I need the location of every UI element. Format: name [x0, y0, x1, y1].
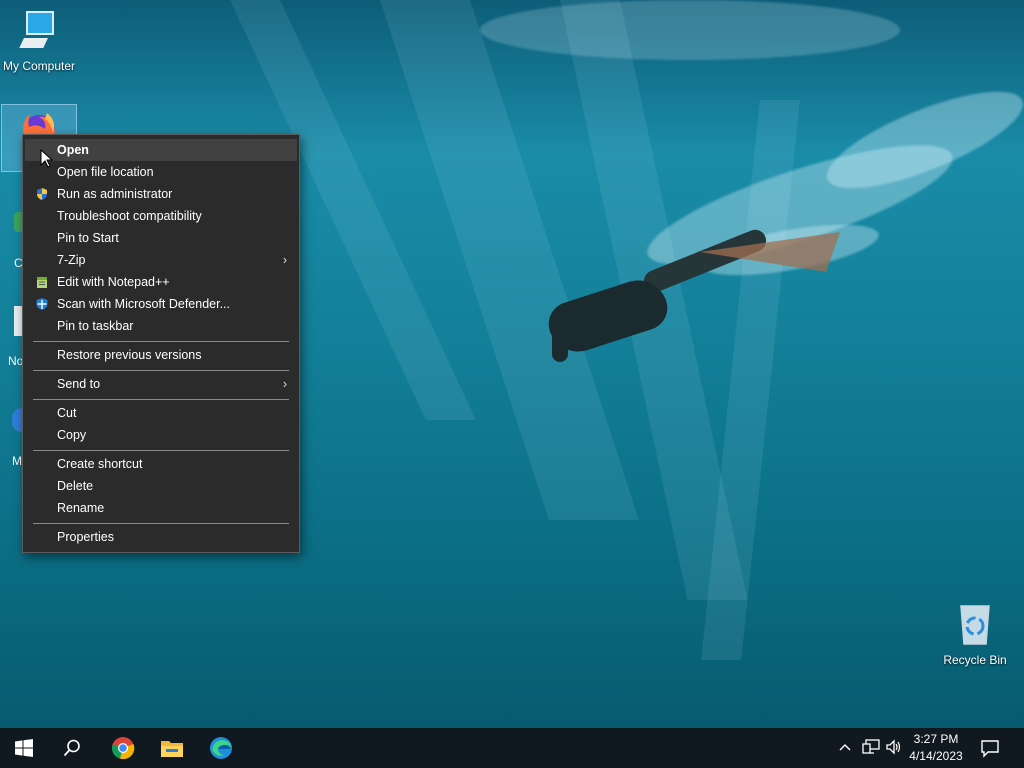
menu-item-label: Troubleshoot compatibility: [57, 209, 202, 223]
file-explorer-icon: [161, 741, 183, 757]
menu-item-open-file-location[interactable]: Open file location: [25, 161, 297, 183]
menu-item-label: Scan with Microsoft Defender...: [57, 297, 230, 311]
taskbar-edge[interactable]: [197, 728, 245, 768]
menu-item-label: Pin to taskbar: [57, 319, 134, 333]
menu-item-troubleshoot-compatibility[interactable]: Troubleshoot compatibility: [25, 205, 297, 227]
menu-item-label: Run as administrator: [57, 187, 173, 201]
volume-icon: [886, 739, 901, 755]
desktop-icon-label: Recycle Bin: [943, 653, 1007, 667]
notification-icon: [981, 740, 999, 758]
chrome-icon: [111, 737, 135, 760]
notepadpp-icon: [37, 277, 47, 288]
computer-icon: [19, 11, 54, 48]
submenu-arrow-icon: ›: [282, 253, 287, 267]
taskbar-file-explorer[interactable]: [148, 728, 196, 768]
menu-item-label: Copy: [57, 428, 87, 442]
tray-date: 4/14/2023: [909, 749, 963, 763]
start-icon: [15, 739, 33, 757]
submenu-arrow-icon: ›: [282, 377, 287, 391]
tray-overflow-button[interactable]: [838, 740, 854, 756]
chevron-up-icon: [839, 744, 851, 751]
volume-button[interactable]: [885, 739, 905, 757]
menu-item-label: Delete: [57, 479, 94, 493]
defender-icon: [36, 298, 48, 310]
start-button[interactable]: [0, 728, 48, 768]
search-icon: [63, 739, 80, 757]
menu-item-restore-previous-versions[interactable]: Restore previous versions: [25, 344, 297, 366]
menu-item-label: Rename: [57, 501, 105, 515]
tray-time: 3:27 PM: [913, 732, 959, 746]
taskbar-chrome[interactable]: [99, 728, 147, 768]
desktop-icon-my-computer[interactable]: My Computer: [1, 10, 77, 73]
action-center-button[interactable]: [980, 738, 1002, 758]
mouse-cursor-icon: [40, 149, 54, 168]
menu-item-copy[interactable]: Copy: [25, 424, 297, 446]
menu-item-run-as-administrator[interactable]: Run as administrator: [25, 183, 297, 205]
uac-shield-icon: [37, 188, 47, 200]
menu-item-label: Restore previous versions: [57, 348, 202, 362]
menu-item-delete[interactable]: Delete: [25, 475, 297, 497]
menu-item-edit-with-notepadpp[interactable]: Edit with Notepad++: [25, 271, 297, 293]
menu-item-label: Properties: [57, 530, 114, 544]
menu-item-properties[interactable]: Properties: [25, 526, 297, 548]
menu-item-scan-with-defender[interactable]: Scan with Microsoft Defender...: [25, 293, 297, 315]
tray-clock[interactable]: 3:27 PM 4/14/2023: [906, 731, 966, 765]
network-button[interactable]: [862, 739, 882, 757]
menu-separator: [33, 450, 289, 451]
desktop-icon-partial[interactable]: No: [8, 306, 23, 372]
menu-item-pin-to-start[interactable]: Pin to Start: [25, 227, 297, 249]
menu-item-open[interactable]: Open: [25, 139, 297, 161]
menu-item-label: 7-Zip: [57, 253, 86, 267]
recycle-bin-icon: [960, 605, 990, 645]
menu-item-label: Send to: [57, 377, 101, 391]
menu-item-pin-to-taskbar[interactable]: Pin to taskbar: [25, 315, 297, 337]
desktop-icon-recycle-bin[interactable]: Recycle Bin: [937, 600, 1013, 667]
context-menu: Open Open file location Run as administr…: [22, 134, 300, 553]
menu-separator: [33, 370, 289, 371]
taskbar: 3:27 PM 4/14/2023: [0, 728, 1024, 768]
network-icon: [862, 739, 880, 754]
menu-separator: [33, 399, 289, 400]
edge-icon: [210, 737, 232, 759]
menu-item-label: Cut: [57, 406, 77, 420]
desktop-icon-label: M: [12, 454, 22, 468]
menu-item-label: Create shortcut: [57, 457, 143, 471]
menu-item-label: Open file location: [57, 165, 154, 179]
menu-item-label: Pin to Start: [57, 231, 119, 245]
menu-item-cut[interactable]: Cut: [25, 402, 297, 424]
menu-item-send-to[interactable]: Send to ›: [25, 373, 297, 395]
menu-separator: [33, 341, 289, 342]
menu-item-rename[interactable]: Rename: [25, 497, 297, 519]
menu-item-7zip[interactable]: 7-Zip ›: [25, 249, 297, 271]
menu-separator: [33, 523, 289, 524]
menu-item-label: Open: [57, 143, 89, 157]
menu-item-label: Edit with Notepad++: [57, 275, 170, 289]
search-button[interactable]: [48, 728, 96, 768]
menu-item-create-shortcut[interactable]: Create shortcut: [25, 453, 297, 475]
desktop-icon-label: My Computer: [2, 59, 76, 73]
